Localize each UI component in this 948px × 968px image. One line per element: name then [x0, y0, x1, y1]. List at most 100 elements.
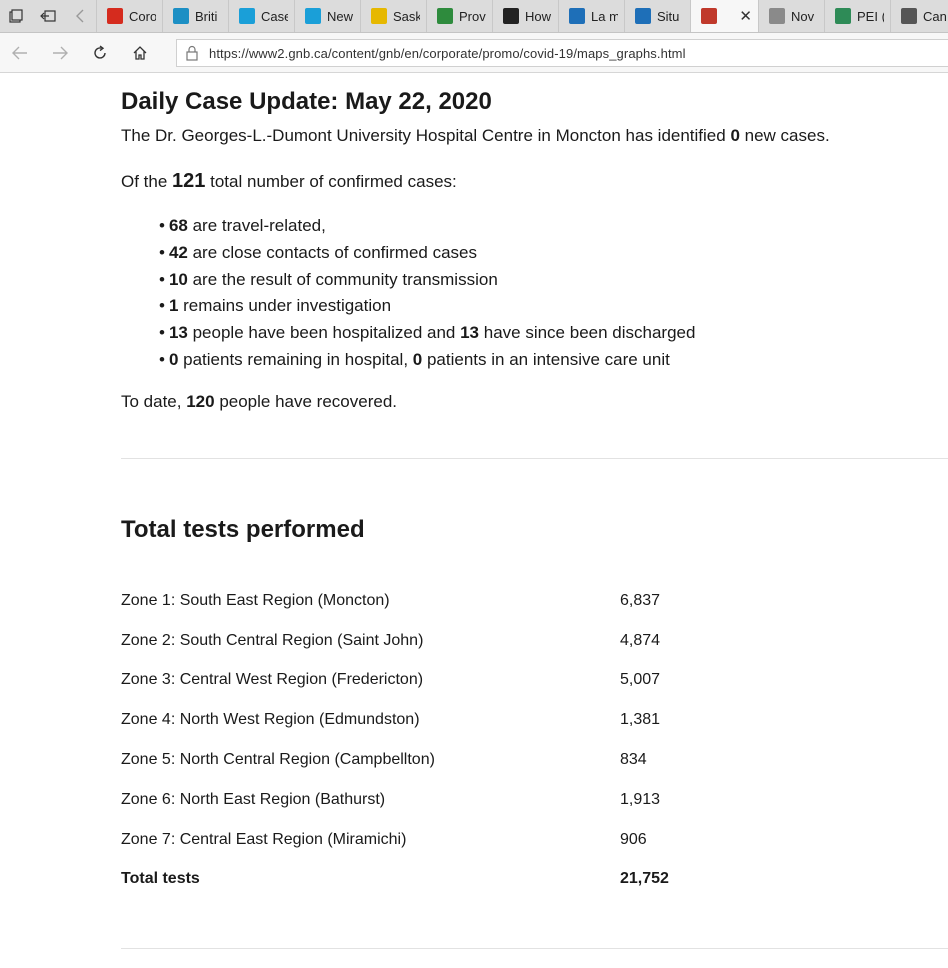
list-item: 13 people have been hospitalized and 13 …: [159, 323, 696, 350]
total-row: Total tests 21,752: [121, 860, 740, 900]
case-count: 42: [168, 242, 188, 262]
browser-tab[interactable]: PEI (: [824, 0, 890, 32]
tab-title: La m: [591, 8, 618, 24]
case-count: 0: [168, 349, 179, 369]
browser-tab[interactable]: Coro: [96, 0, 162, 32]
list-item: 10 are the result of community transmiss…: [159, 270, 695, 297]
zone-name: Zone 1: South East Region (Moncton): [121, 591, 390, 609]
table-row: Zone 5: North Central Region (Campbellto…: [121, 740, 740, 780]
browser-tab[interactable]: Nov: [758, 0, 824, 32]
tab-title: Situ: [657, 8, 680, 24]
list-item: 42 are close contacts of confirmed cases: [159, 243, 695, 270]
tab-title: PEI (: [857, 8, 884, 24]
case-text: are travel-related,: [187, 216, 326, 235]
browser-tab[interactable]: Prov: [426, 0, 492, 32]
new-cases-paragraph: The Dr. Georges-L.-Dumont University Hos…: [121, 126, 830, 146]
list-item: 0 patients remaining in hospital, 0 pati…: [159, 350, 695, 377]
tab-title: Briti: [195, 8, 218, 24]
zone-test-count: 1,913: [620, 790, 661, 808]
tab-title: Case: [261, 8, 288, 24]
section-divider: [121, 458, 948, 459]
bc-gov-icon: [173, 8, 189, 24]
browser-tab[interactable]: How: [492, 0, 558, 32]
table-row: Zone 7: Central East Region (Miramichi) 9…: [121, 820, 740, 860]
tests-heading: Total tests performed: [121, 516, 365, 543]
case-text: have since been discharged: [479, 323, 696, 343]
browser-tab[interactable]: Sask: [360, 0, 426, 32]
browser-tab[interactable]: Case: [228, 0, 294, 32]
url-text[interactable]: https://www2.gnb.ca/content/gnb/en/corpo…: [209, 46, 686, 61]
intro-suffix: new cases.: [739, 126, 830, 145]
intro-text: The Dr. Georges-L.-Dumont University Hos…: [121, 126, 731, 145]
total-suffix: total number of confirmed cases:: [205, 172, 457, 191]
zone-test-count: 5,007: [620, 671, 661, 689]
quebec-icon: [569, 8, 585, 24]
table-row: Zone 6: North East Region (Bathurst) 1,91…: [121, 780, 740, 820]
zone-test-count: 6,837: [620, 591, 661, 609]
case-text: are the result of community transmission: [187, 269, 498, 289]
case-count: 68: [168, 216, 188, 235]
forward-button[interactable]: [40, 33, 80, 73]
case-count: 0: [412, 349, 423, 369]
zone-test-count: 906: [620, 830, 647, 848]
address-bar[interactable]: https://www2.gnb.ca/content/gnb/en/corpo…: [176, 39, 948, 67]
zone-test-count: 1,381: [620, 711, 661, 729]
total-tests-label: Total tests: [121, 870, 200, 888]
browser-tab[interactable]: ✕: [690, 0, 758, 32]
home-button[interactable]: [120, 33, 160, 73]
alberta-icon: [239, 8, 255, 24]
tab-title: Nov: [791, 8, 815, 24]
lock-icon[interactable]: [185, 45, 199, 61]
total-prefix: Of the: [121, 172, 173, 191]
tab-title: Coro: [129, 8, 156, 24]
recovered-count: 120: [186, 392, 215, 411]
quebec-icon: [635, 8, 651, 24]
browser-tab[interactable]: Can: [890, 0, 948, 32]
case-breakdown-list: 68 are travel-related,42 are close conta…: [159, 216, 696, 377]
tab-title: Prov: [459, 8, 486, 24]
browser-tab[interactable]: La m: [558, 0, 624, 32]
close-tab-icon[interactable]: ✕: [739, 7, 752, 25]
recovered-paragraph: To date, 120 people have recovered.: [121, 392, 397, 412]
table-row: Zone 4: North West Region (Edmundston) 1,…: [121, 700, 740, 740]
zone-name: Zone 5: North Central Region (Campbellto…: [121, 751, 435, 769]
case-count: 13: [460, 323, 480, 343]
scroll-tabs-left-icon[interactable]: [64, 0, 96, 32]
browser-tab[interactable]: Situ: [624, 0, 690, 32]
tab-manager-icon[interactable]: [0, 0, 32, 32]
table-row: Zone 3: Central West Region (Fredericton…: [121, 661, 740, 701]
ontario-icon: [503, 8, 519, 24]
zone-name: Zone 3: Central West Region (Fredericton…: [121, 671, 424, 689]
ns-gov-icon: [769, 8, 785, 24]
zone-test-count: 4,874: [620, 631, 661, 649]
maple-leaf-icon: [107, 8, 123, 24]
section-divider: [121, 948, 948, 949]
total-cases-paragraph: Of the 121 total number of confirmed cas…: [121, 170, 457, 193]
case-text: people have been hospitalized and: [187, 323, 461, 343]
daily-update-heading: Daily Case Update: May 22, 2020: [121, 88, 492, 115]
tab-title: New: [327, 8, 354, 24]
back-button[interactable]: [0, 33, 40, 73]
zone-name: Zone 2: South Central Region (Saint John…: [121, 631, 424, 649]
recovered-prefix: To date,: [121, 392, 187, 411]
table-row: Zone 2: South Central Region (Saint John…: [121, 621, 740, 661]
tab-title: How: [525, 8, 552, 24]
refresh-button[interactable]: [80, 33, 120, 73]
case-count: 10: [168, 269, 188, 289]
list-item: 68 are travel-related,: [159, 216, 695, 243]
browser-tab[interactable]: New: [294, 0, 360, 32]
tab-title: Sask: [393, 8, 420, 24]
zone-name: Zone 6: North East Region (Bathurst): [121, 790, 386, 808]
recovered-suffix: people have recovered.: [214, 392, 397, 411]
tab-strip: Coro Briti Case New Sask Prov How La m Situ ✕ Nov P…: [0, 0, 948, 33]
zone-name: Zone 4: North West Region (Edmundston): [121, 711, 420, 729]
new-cases-count: 0: [730, 126, 740, 145]
set-aside-tabs-icon[interactable]: [32, 0, 64, 32]
browser-tab[interactable]: Briti: [162, 0, 228, 32]
nb-gov-icon: [701, 8, 717, 24]
case-count: 1: [168, 296, 179, 316]
case-text: patients remaining in hospital,: [178, 349, 413, 369]
case-text: patients in an intensive care unit: [422, 349, 670, 369]
total-cases-count: 121: [172, 170, 206, 192]
navigation-bar: https://www2.gnb.ca/content/gnb/en/corpo…: [0, 33, 948, 73]
